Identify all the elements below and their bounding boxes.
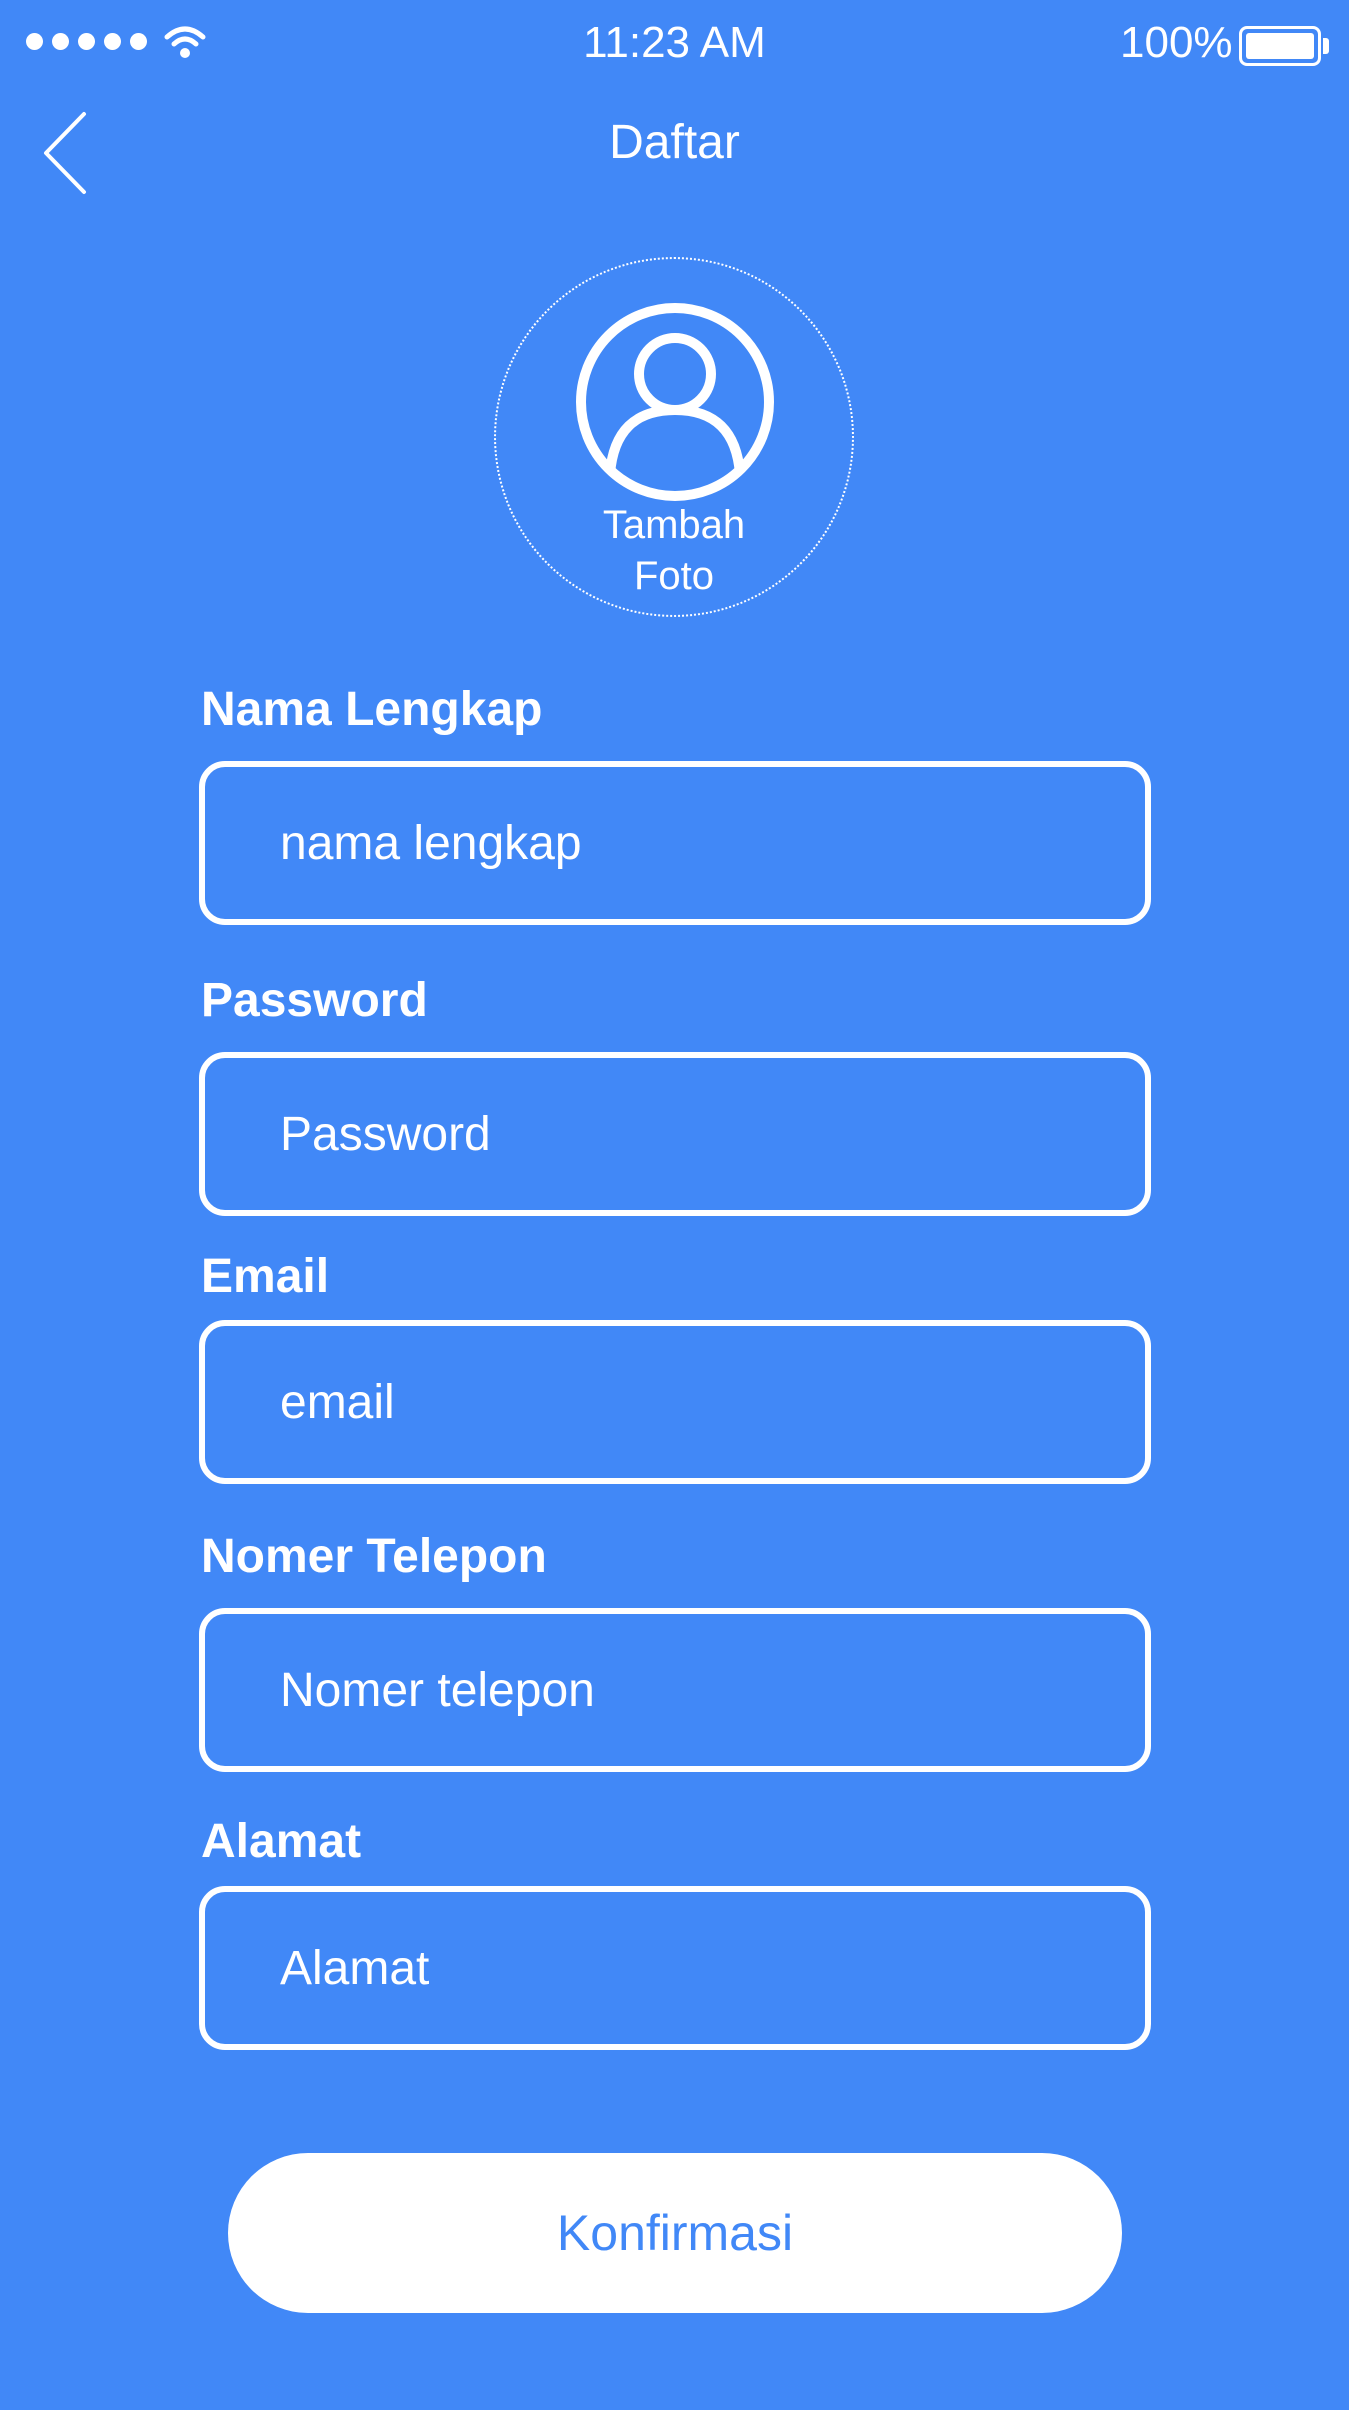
full-name-label: Nama Lengkap bbox=[201, 683, 543, 736]
add-photo-label-line1: Tambah bbox=[602, 503, 746, 547]
password-field bbox=[199, 1052, 1151, 1216]
phone-field bbox=[199, 1608, 1151, 1772]
address-label: Alamat bbox=[201, 1815, 362, 1868]
battery-tip bbox=[1323, 38, 1329, 54]
page-title: Daftar bbox=[609, 116, 740, 169]
phone-input[interactable] bbox=[205, 1614, 1145, 1766]
full-name-field bbox=[199, 761, 1151, 925]
password-input[interactable] bbox=[205, 1058, 1145, 1210]
address-input[interactable] bbox=[205, 1892, 1145, 2044]
add-photo-label: Tambah Foto bbox=[574, 500, 774, 602]
add-photo-label-line2: Foto bbox=[633, 554, 715, 598]
phone-label: Nomer Telepon bbox=[201, 1530, 547, 1583]
email-input[interactable] bbox=[205, 1326, 1145, 1478]
password-label: Password bbox=[201, 974, 428, 1027]
email-label: Email bbox=[201, 1250, 330, 1303]
battery-percent: 100% bbox=[1120, 18, 1233, 67]
confirm-button[interactable]: Konfirmasi bbox=[228, 2153, 1122, 2313]
email-field bbox=[199, 1320, 1151, 1484]
address-field bbox=[199, 1886, 1151, 2050]
user-avatar-icon bbox=[576, 303, 774, 501]
full-name-input[interactable] bbox=[205, 767, 1145, 919]
battery-icon bbox=[1239, 26, 1321, 66]
